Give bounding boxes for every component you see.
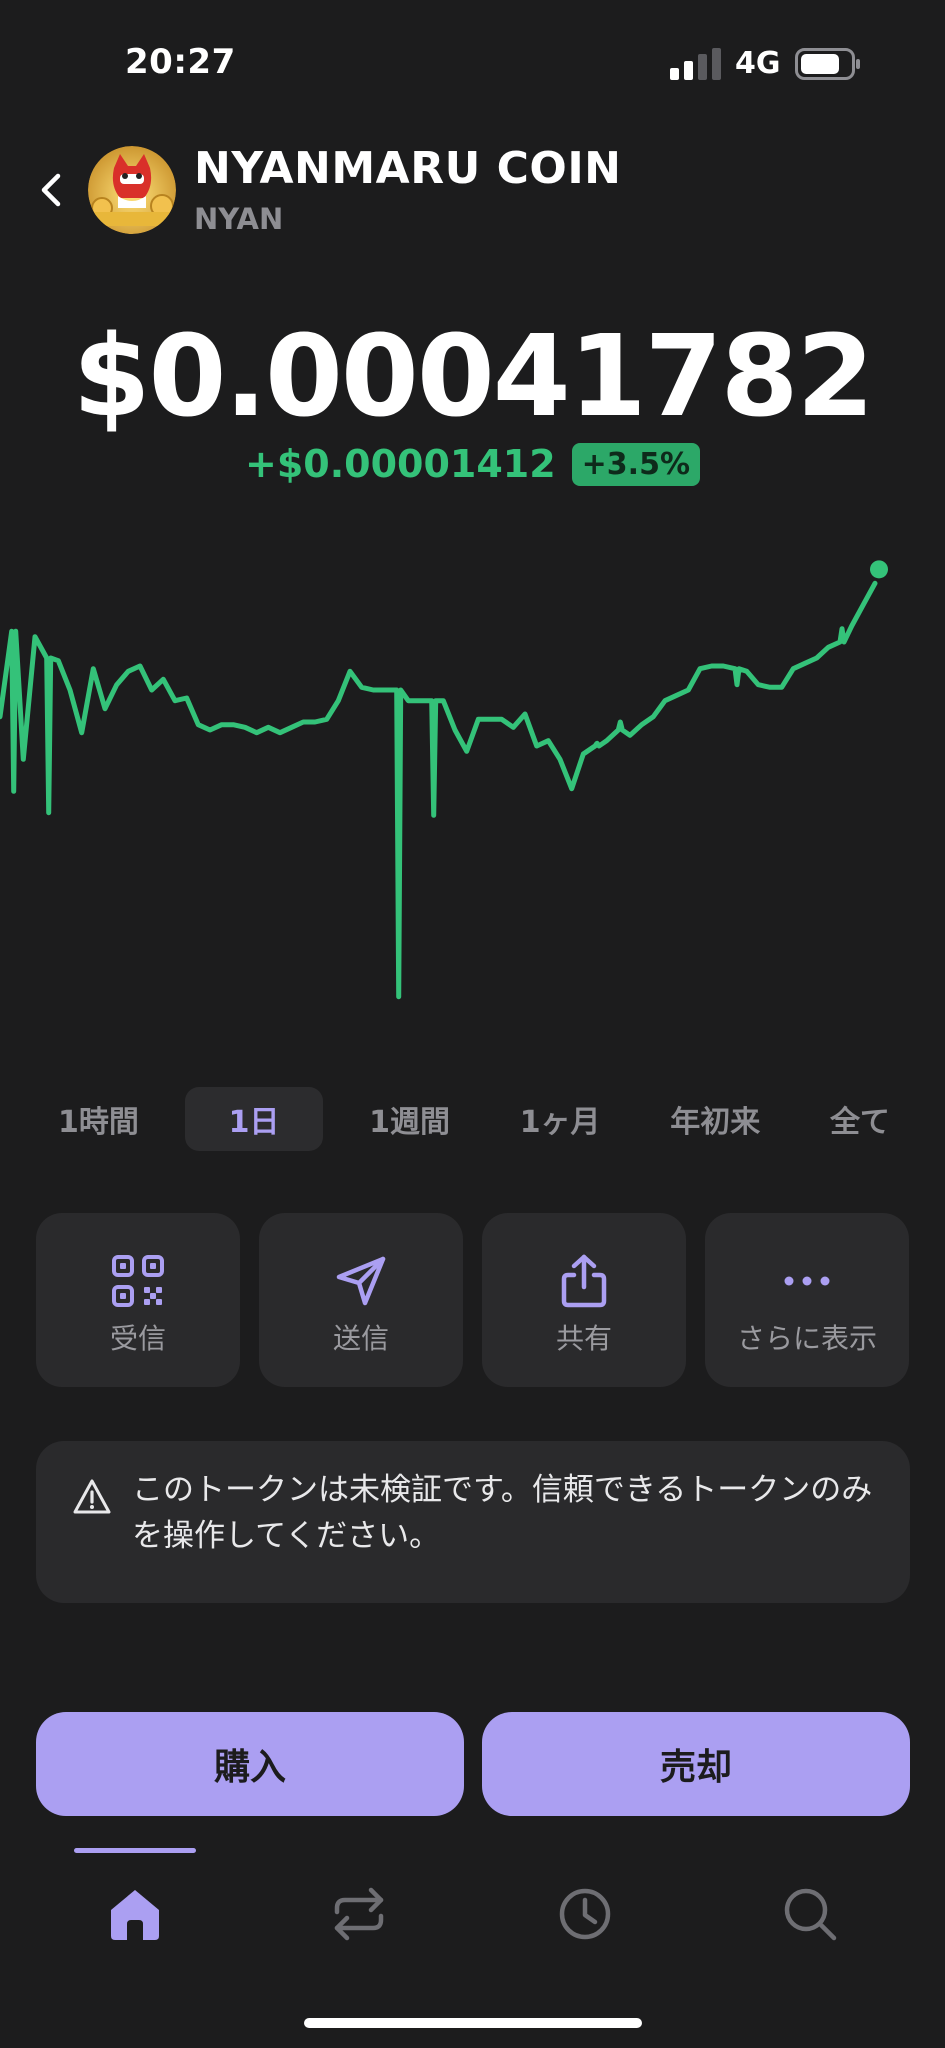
- price-line: [0, 580, 878, 1000]
- share-button[interactable]: 共有: [482, 1213, 686, 1387]
- swap-icon[interactable]: [327, 1882, 391, 1946]
- search-icon[interactable]: [778, 1882, 842, 1946]
- share-icon: [561, 1254, 607, 1308]
- sell-button[interactable]: 売却: [482, 1712, 910, 1816]
- range-1w[interactable]: 1週間: [345, 1087, 474, 1151]
- buy-button[interactable]: 購入: [36, 1712, 464, 1816]
- network-type: 4G: [735, 46, 781, 81]
- range-all[interactable]: 全て: [806, 1087, 914, 1151]
- chevron-left-icon[interactable]: [30, 160, 78, 220]
- history-icon[interactable]: [553, 1882, 617, 1946]
- price-chart[interactable]: [0, 540, 945, 1040]
- status-time: 20:27: [125, 42, 236, 82]
- more-label: さらに表示: [736, 1322, 877, 1355]
- current-price: $0.00041782: [72, 312, 875, 442]
- range-ytd[interactable]: 年初来: [646, 1087, 784, 1151]
- warning-text: このトークンは未検証です。信頼できるトークンのみを操作してください。: [132, 1472, 873, 1554]
- range-1d[interactable]: 1日: [184, 1087, 324, 1151]
- range-1m[interactable]: 1ヶ月: [496, 1087, 625, 1151]
- receive-button[interactable]: 受信: [36, 1213, 240, 1387]
- signal-icon: [670, 48, 721, 80]
- time-range-selector: 1時間 1日 1週間 1ヶ月 年初来 全て: [34, 1087, 914, 1151]
- price-change-row: +$0.00001412 +3.5%: [0, 442, 945, 486]
- coin-symbol: NYAN: [194, 202, 284, 236]
- receive-label: 受信: [109, 1322, 166, 1355]
- more-button[interactable]: さらに表示: [705, 1213, 909, 1387]
- price-change-percent-badge: +3.5%: [571, 442, 701, 486]
- home-indicator: [304, 2018, 642, 2028]
- home-icon[interactable]: [103, 1882, 167, 1946]
- price-change-absolute: +$0.00001412: [244, 442, 556, 486]
- range-1h[interactable]: 1時間: [34, 1087, 163, 1151]
- current-price-marker: [870, 560, 888, 579]
- send-icon: [336, 1256, 386, 1306]
- coin-avatar: [88, 146, 176, 234]
- send-button[interactable]: 送信: [259, 1213, 463, 1387]
- battery-icon: [795, 48, 860, 80]
- qr-code-icon: [112, 1255, 164, 1307]
- send-label: 送信: [332, 1322, 389, 1355]
- warning-icon: [73, 1479, 111, 1514]
- active-tab-indicator: [74, 1848, 196, 1853]
- unverified-token-warning: このトークンは未検証です。信頼できるトークンのみを操作してください。: [36, 1441, 910, 1603]
- coin-name: NYANMARU COIN: [194, 143, 622, 194]
- more-icon: [784, 1276, 830, 1286]
- share-label: 共有: [555, 1322, 612, 1355]
